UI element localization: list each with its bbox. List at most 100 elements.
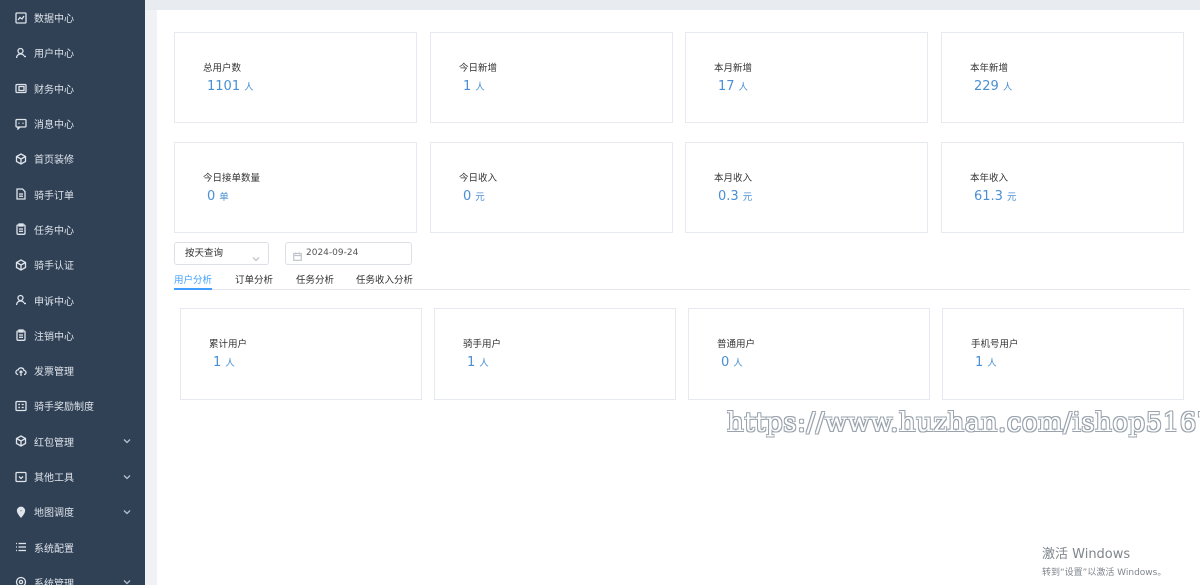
- watermark-text: https://www.huzhan.com/ishop51679: [727, 408, 1200, 438]
- cloud-upload-icon: [14, 364, 27, 377]
- stat-label: 本月新增: [714, 63, 753, 74]
- sidebar-item-label: 首页装修: [34, 155, 74, 167]
- sidebar-item-label: 骑手订单: [34, 190, 74, 202]
- location-pin-icon: [14, 505, 27, 518]
- top-strip: [145, 0, 1200, 10]
- document-icon: [14, 188, 27, 201]
- tab-order-analysis[interactable]: 订单分析: [235, 272, 273, 290]
- sidebar-item[interactable]: 首页装修: [0, 141, 145, 176]
- sidebar-menu: 数据中心用户中心财务中心消息中心首页装修骑手订单任务中心骑手认证申诉中心注销中心…: [0, 0, 145, 585]
- sidebar-item[interactable]: 用户中心: [0, 35, 145, 70]
- sidebar-item[interactable]: 任务中心: [0, 212, 145, 247]
- stat-value: 0元: [463, 189, 485, 204]
- cube-icon: [14, 152, 27, 165]
- sidebar-item-label: 其他工具: [34, 473, 74, 484]
- analysis-tabs: 用户分析 订单分析 任务分析 任务收入分析: [174, 268, 1190, 290]
- tab-task-income-analysis[interactable]: 任务收入分析: [356, 272, 413, 290]
- sidebar-item[interactable]: 系统管理: [0, 565, 145, 585]
- sidebar-item[interactable]: 系统配置: [0, 529, 145, 564]
- sidebar-item[interactable]: 财务中心: [0, 71, 145, 106]
- user-card-phone: 手机号用户 1人: [942, 308, 1184, 400]
- stat-value: 17 人: [718, 79, 749, 94]
- stat-label: 本月收入: [714, 173, 753, 184]
- clipboard-icon: [14, 223, 27, 236]
- sidebar-item[interactable]: 骑手订单: [0, 176, 145, 211]
- stat-label: 今日收入: [459, 173, 498, 184]
- stat-card-year-income: 本年收入 61.3 元: [941, 142, 1184, 233]
- sidebar-item-label: 注销中心: [34, 331, 74, 343]
- clipboard-icon: [14, 329, 27, 342]
- stat-value: 0.3 元: [718, 189, 753, 204]
- stat-card-today-new: 今日新增 1人: [430, 32, 673, 123]
- stat-value: 229 人: [974, 79, 1013, 94]
- stat-value: 0人: [721, 355, 743, 370]
- stat-label: 总用户数: [203, 63, 242, 74]
- chevron-down-icon: [123, 508, 131, 516]
- user-icon: [14, 294, 27, 307]
- stat-card-month-new: 本月新增 17 人: [685, 32, 928, 123]
- sidebar-item[interactable]: 发票管理: [0, 353, 145, 388]
- stat-card-year-new: 本年新增 229 人: [941, 32, 1184, 123]
- sidebar-item-label: 骑手认证: [34, 261, 74, 273]
- sidebar-item-label: 财务中心: [34, 84, 74, 96]
- sidebar-item[interactable]: 注销中心: [0, 318, 145, 353]
- settings-icon: [14, 576, 27, 585]
- stat-label: 今日接单数量: [203, 173, 261, 184]
- stat-card-today-income: 今日收入 0元: [430, 142, 673, 233]
- main-area: 总用户数 1101 人 今日新增 1人 本月新增 17 人 本年新增 229 人 今日…: [145, 0, 1200, 585]
- tab-task-analysis[interactable]: 任务分析: [296, 272, 334, 290]
- sidebar-item[interactable]: 红包管理: [0, 424, 145, 459]
- stat-label: 骑手用户: [463, 339, 502, 350]
- cube-icon: [14, 258, 27, 271]
- stat-card-month-income: 本月收入 0.3 元: [685, 142, 928, 233]
- chevron-down-icon: [123, 578, 131, 585]
- stat-label: 普通用户: [717, 339, 756, 350]
- windows-activation-notice: 激活 Windows 转到“设置”以激活 Windows。: [1042, 543, 1166, 578]
- sidebar-item[interactable]: 数据中心: [0, 0, 145, 35]
- sidebar-item-label: 骑手奖励制度: [34, 402, 94, 414]
- stat-value: 1人: [213, 355, 235, 370]
- stat-card-total-users: 总用户数 1101 人: [174, 32, 417, 123]
- chart-icon: [14, 11, 27, 24]
- chevron-down-icon: [252, 250, 260, 262]
- sidebar-item[interactable]: 骑手认证: [0, 247, 145, 282]
- sidebar-item-label: 发票管理: [34, 367, 74, 379]
- stat-label: 累计用户: [209, 339, 248, 350]
- date-picker[interactable]: 2024-09-24: [285, 242, 412, 265]
- query-mode-value: 按天查询: [185, 248, 224, 259]
- activation-title: 激活 Windows: [1042, 547, 1131, 562]
- user-icon: [14, 46, 27, 59]
- sidebar-item-label: 地图调度: [34, 508, 74, 520]
- sidebar-item-label: 消息中心: [34, 120, 74, 132]
- sidebar-item[interactable]: 其他工具: [0, 459, 145, 494]
- wallet-icon: [14, 82, 27, 95]
- sidebar-item-label: 用户中心: [34, 49, 74, 61]
- sidebar-item-label: 申诉中心: [34, 296, 74, 308]
- content-panel: 总用户数 1101 人 今日新增 1人 本月新增 17 人 本年新增 229 人 今日…: [157, 10, 1200, 585]
- query-mode-select[interactable]: 按天查询: [174, 242, 269, 265]
- stat-value: 0单: [207, 189, 229, 204]
- user-card-normal: 普通用户 0人: [688, 308, 930, 400]
- sidebar-item-label: 系统配置: [34, 543, 74, 555]
- calendar-icon: [293, 249, 302, 261]
- sidebar-item[interactable]: 申诉中心: [0, 282, 145, 317]
- stat-label: 本年新增: [970, 63, 1009, 74]
- activation-subtitle: 转到“设置”以激活 Windows。: [1042, 568, 1167, 578]
- tab-user-analysis[interactable]: 用户分析: [174, 272, 213, 290]
- sidebar-item[interactable]: 骑手奖励制度: [0, 388, 145, 423]
- stat-value: 1人: [975, 355, 997, 370]
- chevron-down-icon: [123, 473, 131, 481]
- sidebar-item-label: 红包管理: [34, 437, 74, 449]
- date-value: 2024-09-24: [306, 248, 359, 258]
- sidebar-item-label: 系统管理: [34, 578, 74, 585]
- user-card-rider: 骑手用户 1人: [434, 308, 676, 400]
- stat-value: 1人: [467, 355, 489, 370]
- stat-label: 今日新增: [459, 63, 498, 74]
- user-card-total: 累计用户 1人: [180, 308, 422, 400]
- chevron-down-icon: [123, 437, 131, 445]
- id-card-icon: [14, 399, 27, 412]
- sidebar-item[interactable]: 消息中心: [0, 106, 145, 141]
- sidebar-item[interactable]: 地图调度: [0, 494, 145, 529]
- sidebar-item-label: 任务中心: [34, 225, 74, 237]
- message-icon: [14, 117, 27, 130]
